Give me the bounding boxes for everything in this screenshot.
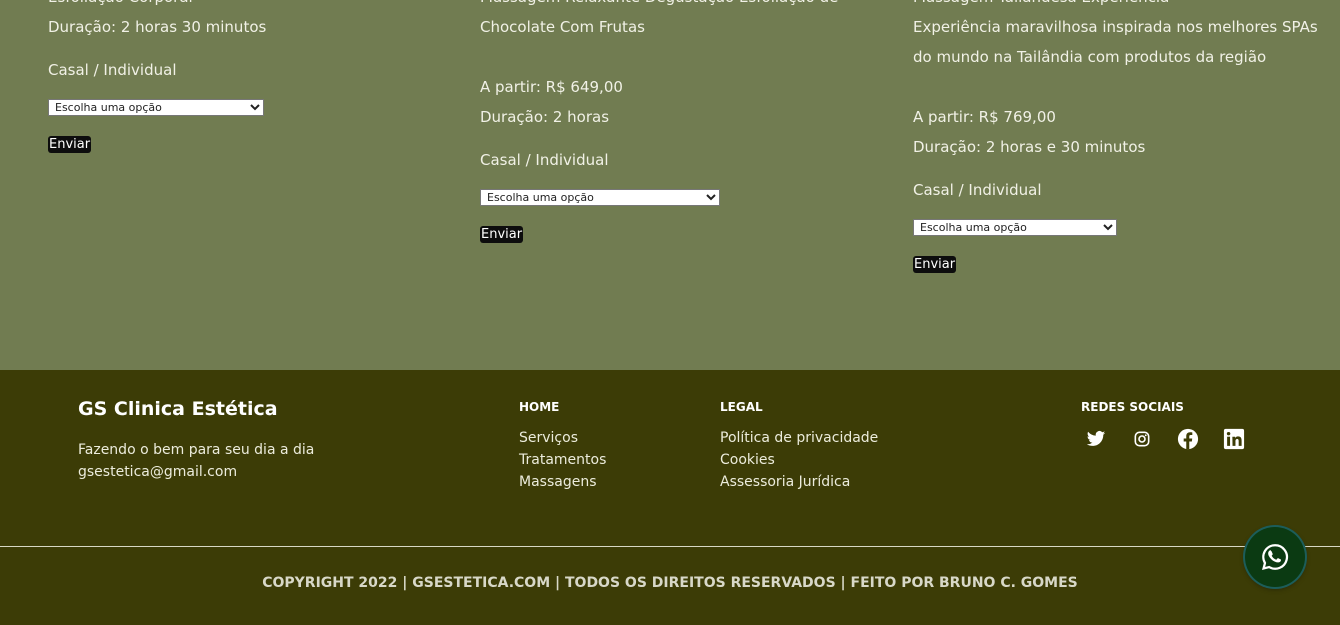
option-select[interactable]: Escolha uma opção: [48, 99, 264, 116]
footer-brand: GS Clinica Estética: [78, 398, 278, 420]
product-description: Chocolate Com Frutas: [480, 18, 645, 36]
site-footer: GS Clinica Estética Fazendo o bem para s…: [0, 370, 1340, 625]
footer-social-heading: REDES SOCIAIS: [1081, 400, 1184, 414]
linkedin-icon[interactable]: [1222, 427, 1246, 451]
footer-divider: [0, 546, 1340, 547]
twitter-icon[interactable]: [1084, 427, 1108, 451]
product-card: Massagem Tailandesa Experiência Experiên…: [913, 0, 1333, 370]
footer-link-servicos[interactable]: Serviços: [519, 430, 578, 446]
footer-link-tratamentos[interactable]: Tratamentos: [519, 452, 606, 468]
product-type-label: Casal / Individual: [913, 181, 1042, 199]
footer-home-heading: HOME: [519, 400, 560, 414]
product-description: Experiência maravilhosa inspirada nos me…: [913, 18, 1318, 36]
whatsapp-button[interactable]: [1245, 527, 1305, 587]
product-duration: Duração: 2 horas e 30 minutos: [913, 138, 1146, 156]
product-duration: Duração: 2 horas: [480, 108, 610, 126]
footer-link-assessoria[interactable]: Assessoria Jurídica: [720, 474, 850, 490]
footer-email: gsestetica@gmail.com: [78, 464, 238, 480]
footer-link-cookies[interactable]: Cookies: [720, 452, 775, 468]
facebook-icon[interactable]: [1176, 427, 1200, 451]
product-type-label: Casal / Individual: [480, 151, 609, 169]
product-title-clipped: Esfoliação Corporal: [48, 0, 193, 12]
product-description: do mundo na Tailândia com produtos da re…: [913, 48, 1267, 66]
product-card: Massagem Relaxante Degustação Esfoliação…: [480, 0, 900, 370]
whatsapp-icon: [1261, 544, 1289, 570]
enviar-button[interactable]: Enviar: [48, 136, 92, 153]
product-duration: Duração: 2 horas 30 minutos: [48, 18, 267, 36]
product-price: A partir: R$ 649,00: [480, 78, 623, 96]
product-title-clipped: Massagem Tailandesa Experiência: [913, 0, 1169, 12]
instagram-icon[interactable]: [1130, 427, 1154, 451]
footer-tagline: Fazendo o bem para seu dia a dia: [78, 442, 315, 458]
footer-legal-heading: LEGAL: [720, 400, 763, 414]
product-card: Esfoliação Corporal Duração: 2 horas 30 …: [48, 0, 428, 370]
enviar-button[interactable]: Enviar: [913, 256, 957, 273]
option-select[interactable]: Escolha uma opção: [480, 189, 720, 206]
footer-link-massagens[interactable]: Massagens: [519, 474, 597, 490]
product-title-clipped: Massagem Relaxante Degustação Esfoliação…: [480, 0, 838, 12]
enviar-button[interactable]: Enviar: [480, 226, 524, 243]
copyright-text: COPYRIGHT 2022 | GSESTETICA.COM | TODOS …: [262, 575, 1078, 591]
product-price: A partir: R$ 769,00: [913, 108, 1056, 126]
option-select[interactable]: Escolha uma opção: [913, 219, 1117, 236]
footer-link-privacidade[interactable]: Política de privacidade: [720, 430, 878, 446]
products-section: Esfoliação Corporal Duração: 2 horas 30 …: [0, 0, 1340, 370]
product-type-label: Casal / Individual: [48, 61, 177, 79]
